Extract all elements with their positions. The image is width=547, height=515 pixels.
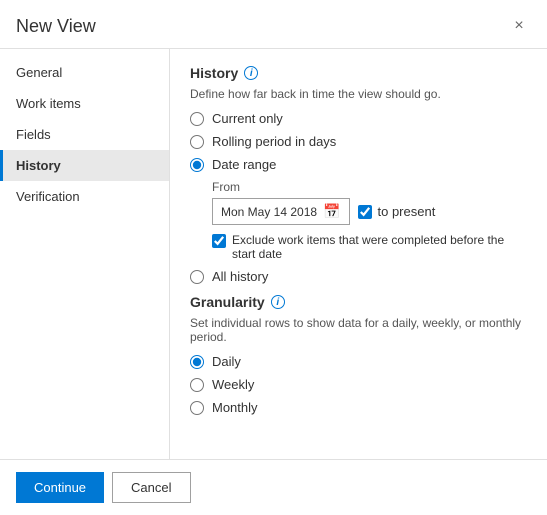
new-view-dialog: New View × GeneralWork itemsFieldsHistor…: [0, 0, 547, 515]
calendar-icon[interactable]: 📅: [323, 203, 340, 220]
from-label: From: [212, 180, 527, 194]
radio-daily-label: Daily: [212, 354, 241, 369]
granularity-info-icon[interactable]: i: [271, 295, 285, 309]
radio-weekly[interactable]: Weekly: [190, 377, 527, 392]
radio-all-history-input[interactable]: [190, 270, 204, 284]
radio-date-range-label: Date range: [212, 157, 276, 172]
sidebar-item-verification[interactable]: Verification: [0, 181, 169, 212]
history-info-icon[interactable]: i: [244, 66, 258, 80]
exclude-checkbox[interactable]: [212, 234, 226, 248]
history-title-text: History: [190, 65, 238, 81]
granularity-section: Granularity i Set individual rows to sho…: [190, 294, 527, 415]
history-description: Define how far back in time the view sho…: [190, 87, 527, 101]
sidebar-item-general[interactable]: General: [0, 57, 169, 88]
dialog-header: New View ×: [0, 0, 547, 49]
sidebar-item-history[interactable]: History: [0, 150, 169, 181]
radio-monthly[interactable]: Monthly: [190, 400, 527, 415]
date-row: Mon May 14 2018 📅 to present: [212, 198, 527, 225]
main-content: History i Define how far back in time th…: [170, 49, 547, 459]
radio-monthly-label: Monthly: [212, 400, 258, 415]
radio-current-only[interactable]: Current only: [190, 111, 527, 126]
cancel-button[interactable]: Cancel: [112, 472, 190, 503]
radio-daily-input[interactable]: [190, 355, 204, 369]
history-all-radio-group: All history: [190, 269, 527, 284]
sidebar-item-fields[interactable]: Fields: [0, 119, 169, 150]
date-input[interactable]: Mon May 14 2018 📅: [212, 198, 350, 225]
radio-current-only-input[interactable]: [190, 112, 204, 126]
radio-daily[interactable]: Daily: [190, 354, 527, 369]
date-value: Mon May 14 2018: [221, 205, 317, 219]
radio-date-range-input[interactable]: [190, 158, 204, 172]
to-present-text: to present: [378, 204, 436, 219]
continue-button[interactable]: Continue: [16, 472, 104, 503]
radio-weekly-label: Weekly: [212, 377, 254, 392]
dialog-footer: Continue Cancel: [0, 459, 547, 515]
radio-rolling-period-label: Rolling period in days: [212, 134, 336, 149]
radio-rolling-period-input[interactable]: [190, 135, 204, 149]
sidebar-item-work-items[interactable]: Work items: [0, 88, 169, 119]
dialog-body: GeneralWork itemsFieldsHistoryVerificati…: [0, 49, 547, 459]
granularity-radio-group: Daily Weekly Monthly: [190, 354, 527, 415]
history-section-title: History i: [190, 65, 527, 81]
to-present-checkbox[interactable]: [358, 205, 372, 219]
radio-weekly-input[interactable]: [190, 378, 204, 392]
exclude-label: Exclude work items that were completed b…: [232, 233, 527, 261]
radio-current-only-label: Current only: [212, 111, 283, 126]
radio-monthly-input[interactable]: [190, 401, 204, 415]
radio-date-range[interactable]: Date range: [190, 157, 527, 172]
dialog-title: New View: [16, 16, 96, 37]
radio-rolling-period[interactable]: Rolling period in days: [190, 134, 527, 149]
close-button[interactable]: ×: [507, 14, 531, 38]
history-radio-group: Current only Rolling period in days Date…: [190, 111, 527, 172]
to-present-label[interactable]: to present: [358, 204, 436, 219]
granularity-section-title: Granularity i: [190, 294, 527, 310]
radio-all-history-label: All history: [212, 269, 268, 284]
date-range-content: From Mon May 14 2018 📅 to present Exclud…: [212, 180, 527, 261]
granularity-description: Set individual rows to show data for a d…: [190, 316, 527, 344]
sidebar: GeneralWork itemsFieldsHistoryVerificati…: [0, 49, 170, 459]
exclude-row: Exclude work items that were completed b…: [212, 233, 527, 261]
granularity-title-text: Granularity: [190, 294, 265, 310]
radio-all-history[interactable]: All history: [190, 269, 527, 284]
